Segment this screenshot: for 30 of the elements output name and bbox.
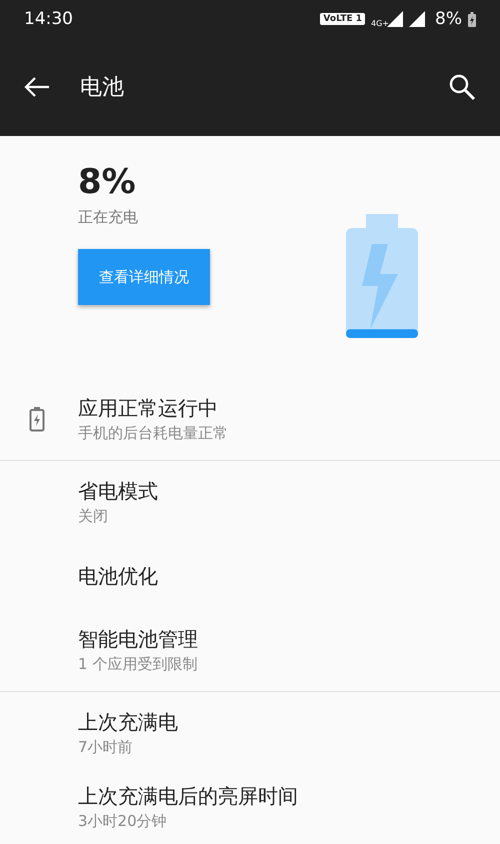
battery-icon [346,214,418,338]
settings-item[interactable]: 省电模式 关闭 [0,465,500,539]
battery-icon [468,12,476,26]
item-subtitle: 7小时前 [78,738,134,757]
charging-status: 正在充电 [78,208,138,227]
item-title: 电池优化 [78,562,158,590]
item-subtitle: 手机的后台耗电量正常 [78,424,228,443]
settings-item[interactable]: 智能电池管理 1 个应用受到限制 [0,613,500,687]
item-subtitle: 1 个应用受到限制 [78,655,198,674]
settings-item[interactable]: 电池优化 [0,539,500,613]
back-icon[interactable] [24,77,50,97]
item-title: 应用正常运行中 [78,395,219,422]
item-subtitle: 关闭 [78,507,109,526]
item-title: 智能电池管理 [78,626,198,653]
settings-item[interactable]: 上次充满电后的亮屏时间 3小时20分钟 [0,770,500,844]
signal-icon [409,11,426,27]
page-title: 电池 [80,74,125,102]
search-icon[interactable] [448,73,476,101]
battery-percent: 8% [435,9,462,29]
item-title: 上次充满电后的亮屏时间 [78,783,298,810]
network-type: 4G+ [371,19,390,28]
item-title: 上次充满电 [78,709,178,736]
item-subtitle: 3小时20分钟 [78,812,168,831]
status-time: 14:30 [24,9,73,29]
settings-item[interactable]: 上次充满电 7小时前 [0,696,500,770]
settings-item[interactable]: 应用正常运行中 手机的后台耗电量正常 [0,382,500,456]
item-title: 省电模式 [78,478,158,505]
volte-badge: VoLTE 1 [320,13,366,25]
battery-percentage: 8% [78,162,136,202]
signal-icon [387,11,404,27]
